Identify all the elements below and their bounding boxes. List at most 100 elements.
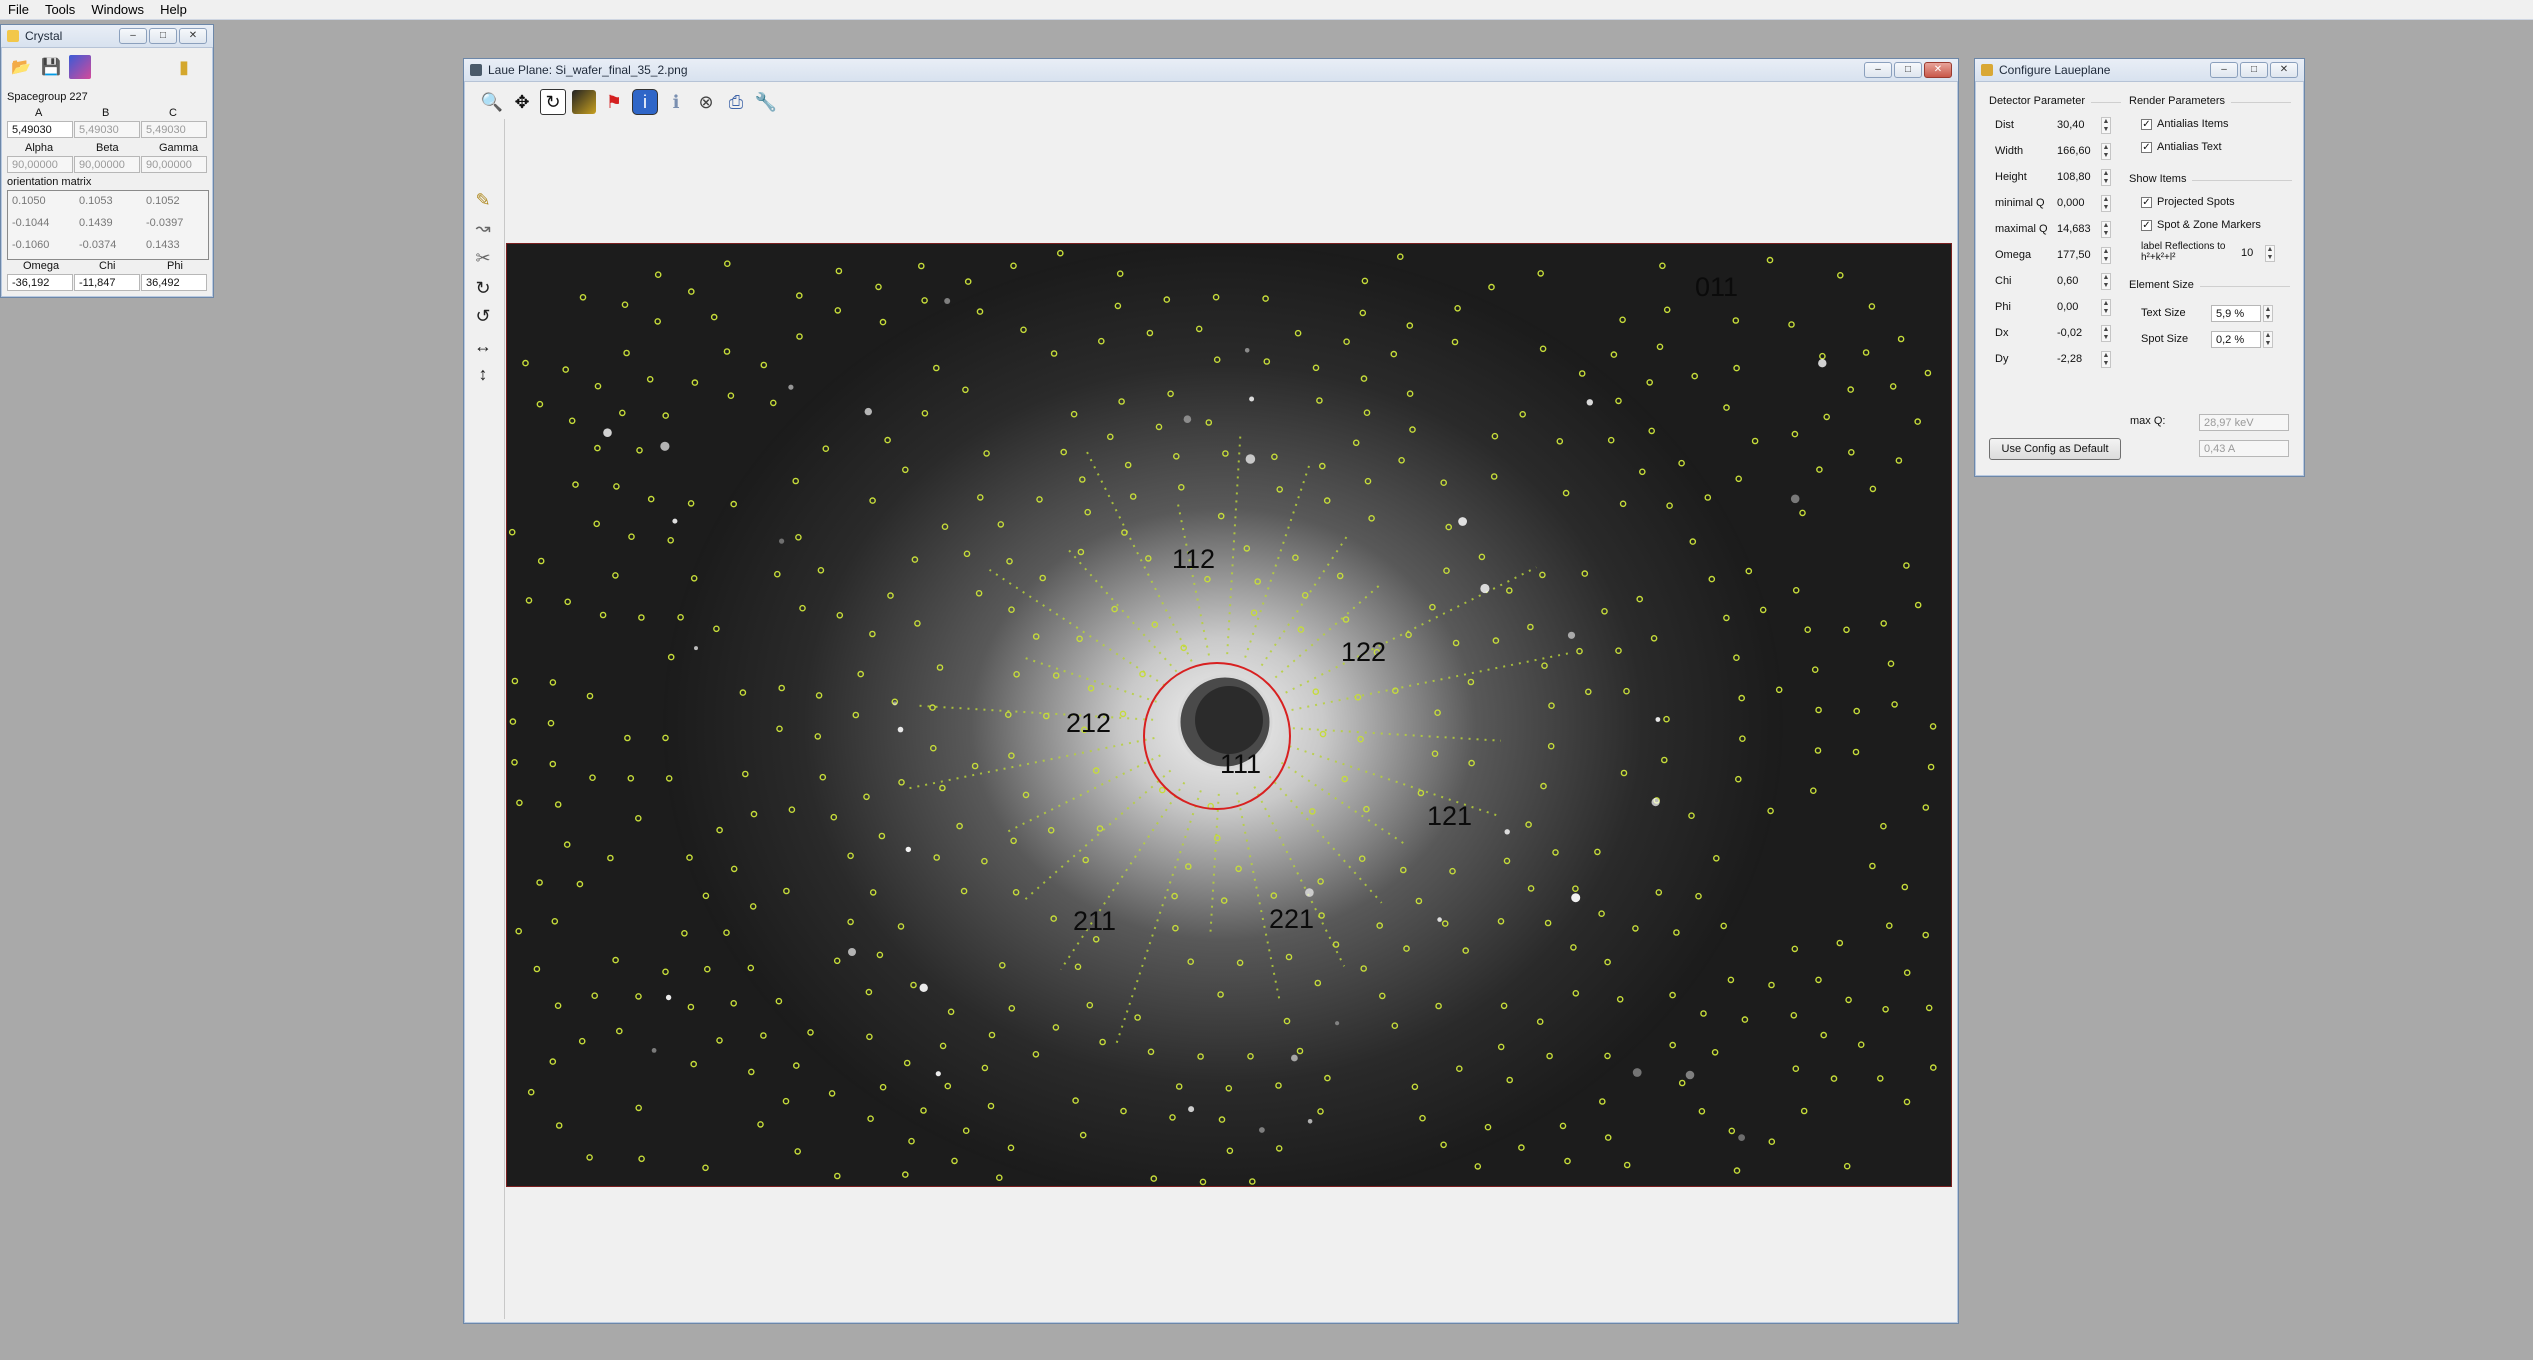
maximize-button[interactable]: □ [2240,62,2268,78]
gamma-field[interactable]: 90,00000 [141,156,207,173]
alpha-field[interactable]: 90,00000 [7,156,73,173]
menu-windows[interactable]: Windows [83,2,152,17]
spot-zone-markers-checkbox[interactable]: ✓ [2141,220,2152,231]
laue-side-toolbar: ✎ ↝ ✂ ↻ ↺ ↔ ↕ [464,119,505,1319]
hkl-label-111: 111 [1220,749,1262,779]
param-field[interactable]: -2,28 [2053,351,2097,368]
b-field[interactable]: 5,49030 [74,121,140,138]
text-size-spinner[interactable]: ▲ ▼ [2263,305,2273,322]
bright-spot [892,701,897,706]
antialias-items-checkbox[interactable]: ✓ [2141,119,2152,130]
maximize-button[interactable]: □ [149,28,177,44]
param-field[interactable]: 14,683 [2053,221,2097,238]
spot-size-spinner[interactable]: ▲ ▼ [2263,331,2273,348]
param-field[interactable]: 30,40 [2053,117,2097,134]
hkl-label-112: 112 [1172,544,1216,574]
minimize-button[interactable]: – [1864,62,1892,78]
flip-vertical-icon[interactable]: ↕ [472,363,494,385]
max-q-label: max Q: [2130,415,2166,427]
chi-field[interactable]: -11,847 [74,274,140,291]
rotate-icon[interactable]: ↻ [540,89,566,115]
stop-icon[interactable]: ⊗ [694,90,718,114]
bright-spot [1249,396,1255,402]
a-field[interactable]: 5,49030 [7,121,73,138]
param-spinner[interactable]: ▲ ▼ [2101,325,2111,342]
hkl-label-212: 212 [1066,708,1112,738]
param-field[interactable]: -0,02 [2053,325,2097,342]
print-icon[interactable]: ⎙ [724,90,748,114]
bright-spot [1685,1070,1695,1080]
omega-field[interactable]: -36,192 [7,274,73,291]
param-field[interactable]: 0,00 [2053,299,2097,316]
param-spinner[interactable]: ▲ ▼ [2101,221,2111,238]
minimize-button[interactable]: – [2210,62,2238,78]
bright-spot [905,846,911,853]
image-icon[interactable] [572,90,596,114]
param-field[interactable]: 108,80 [2053,169,2097,186]
rotate-cw-icon[interactable]: ↻ [472,277,494,299]
wrench-icon[interactable]: 🔧 [754,90,778,114]
use-config-as-default-button[interactable]: Use Config as Default [1989,438,2121,460]
label-reflections-field[interactable]: 10 [2237,245,2263,262]
flag-icon[interactable]: ⚑ [602,90,626,114]
bright-spot [1188,1106,1195,1113]
image-icon[interactable] [69,55,91,79]
close-button[interactable]: ✕ [1924,62,1952,78]
beta-field[interactable]: 90,00000 [74,156,140,173]
close-button[interactable]: ✕ [179,28,207,44]
param-spinner[interactable]: ▲ ▼ [2101,299,2111,316]
label-reflections-spinner[interactable]: ▲ ▼ [2265,245,2275,262]
menu-tools[interactable]: Tools [37,2,83,17]
minimize-button[interactable]: – [119,28,147,44]
config-titlebar[interactable]: Configure Laueplane – □ ✕ [1975,59,2304,82]
pencil-icon[interactable]: ✎ [472,189,494,211]
phi-field[interactable]: 36,492 [141,274,207,291]
param-spinner[interactable]: ▲ ▼ [2101,117,2111,134]
param-field[interactable]: 166,60 [2053,143,2097,160]
laue-titlebar[interactable]: Laue Plane: Si_wafer_final_35_2.png – □ … [464,59,1958,82]
zoom-icon[interactable]: 🔍 [480,90,504,114]
close-button[interactable]: ✕ [2270,62,2298,78]
max-q-kev-field: 28,97 keV [2199,414,2289,431]
param-spinner[interactable]: ▲ ▼ [2101,143,2111,160]
c-field[interactable]: 5,49030 [141,121,207,138]
info2-icon[interactable]: ℹ [664,90,688,114]
save-icon[interactable]: 💾 [39,55,63,79]
param-spinner[interactable]: ▲ ▼ [2101,351,2111,368]
param-spinner[interactable]: ▲ ▼ [2101,273,2111,290]
text-size-field[interactable]: 5,9 % [2211,305,2261,322]
flip-horizontal-icon[interactable]: ↔ [472,335,494,357]
laue-canvas[interactable]: 011 112 122 212 111 121 211 221 [506,243,1952,1187]
param-spinner[interactable]: ▲ ▼ [2101,195,2111,212]
param-field[interactable]: 0,60 [2053,273,2097,290]
bright-spot [1571,893,1581,903]
info-icon[interactable]: i [632,89,658,115]
crystal-titlebar[interactable]: Crystal – □ ✕ [1,25,213,48]
bright-spot [694,646,698,651]
antialias-text-label: Antialias Text [2157,141,2222,153]
alpha-header: Alpha [25,142,54,154]
antialias-text-checkbox[interactable]: ✓ [2141,142,2152,153]
fit-icon[interactable]: ↝ [472,217,494,239]
rotate-ccw-icon[interactable]: ↺ [472,305,494,327]
lock-icon[interactable]: ▮ [179,57,189,78]
param-label: Height [1995,171,2027,183]
menu-file[interactable]: File [0,2,37,17]
move-icon[interactable]: ✥ [510,90,534,114]
spot-size-field[interactable]: 0,2 % [2211,331,2261,348]
projected-spots-checkbox[interactable]: ✓ [2141,197,2152,208]
menu-help[interactable]: Help [152,2,195,17]
param-spinner[interactable]: ▲ ▼ [2101,169,2111,186]
abc-header-b: B [102,107,110,119]
scissors-icon[interactable]: ✂ [472,247,494,269]
laue-window-icon [470,64,482,76]
param-field[interactable]: 0,000 [2053,195,2097,212]
matrix-cell: -0.0374 [79,239,117,251]
detector-parameter-group: Detector Parameter [1989,95,2121,107]
maximize-button[interactable]: □ [1894,62,1922,78]
param-field[interactable]: 177,50 [2053,247,2097,264]
open-icon[interactable]: 📂 [9,55,33,79]
spot-zone-markers-label: Spot & Zone Markers [2157,219,2261,231]
bright-spot [1738,1134,1745,1141]
param-spinner[interactable]: ▲ ▼ [2101,247,2111,264]
